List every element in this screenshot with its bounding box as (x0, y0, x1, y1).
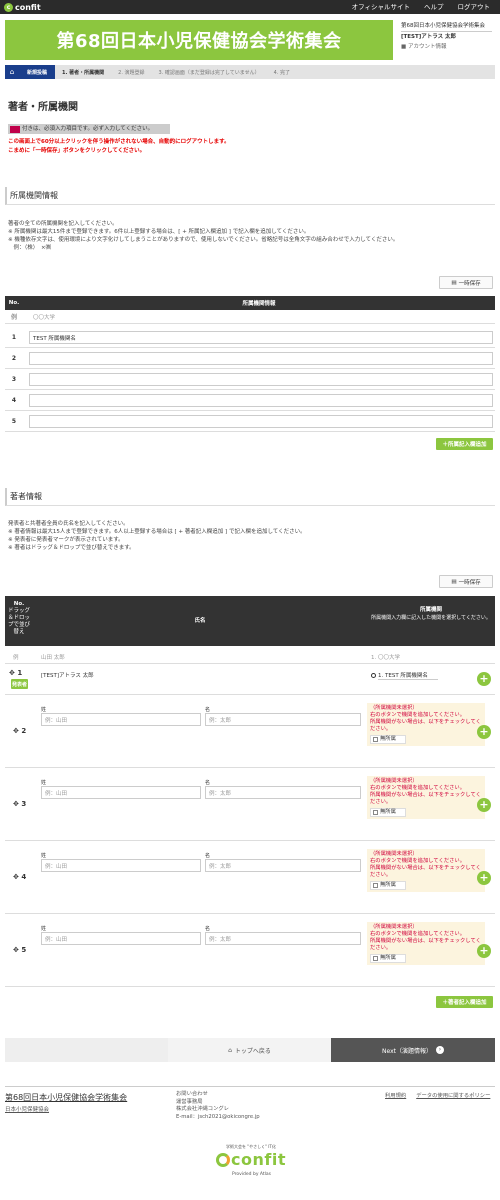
home-icon: ⌂ (228, 1046, 232, 1054)
logout-link[interactable]: ログアウト (458, 2, 491, 12)
affiliation-select-box: （所属機関未選択） 右のボタンで機関を追加してください。 所属機関がない場合は、… (367, 849, 485, 892)
affiliation-row: 1 TEST 所属機関名 (5, 328, 495, 348)
affiliation-row: 4 (5, 391, 495, 411)
author-given-name-input[interactable]: 例：太郎 (205, 932, 361, 945)
checkbox-icon (373, 956, 378, 961)
affiliation-select-box: （所属機関未選択） 右のボタンで機関を追加してください。 所属機関がない場合は、… (367, 776, 485, 819)
top-links: オフィシャルサイト ヘルプ ログアウト (352, 2, 490, 12)
presenter-badge: 発表者 (11, 679, 28, 689)
user-name: [TEST]アトラス 太郎 (401, 34, 457, 40)
no-affiliation-checkbox[interactable]: 無所属 (370, 808, 406, 817)
author-row: ✥ 2 姓 例：山田 名 例：太郎 （所属機関未選択） 右のボタンで機関を追加し… (5, 697, 495, 768)
account-info-link[interactable]: ■ アカウント情報 (401, 42, 492, 52)
help-link[interactable]: ヘルプ (424, 2, 444, 12)
data-policy-link[interactable]: データの使用に関するポリシー (416, 1091, 490, 1099)
drag-handle-icon[interactable]: ✥ 3 (13, 800, 26, 808)
timeout-warning: この画面上で60分以上クリックを伴う操作がされない場合、自動的にログアウトします… (8, 139, 230, 154)
save-icon: ▤ (451, 279, 457, 286)
add-affiliation-button[interactable]: ＋所属記入欄追加 (436, 438, 493, 450)
affiliation-select-box: （所属機関未選択） 右のボタンで機関を追加してください。 所属機関がない場合は、… (367, 703, 485, 746)
step-4: 4. 完了 (273, 69, 290, 76)
authors-section-title: 著者情報 (5, 488, 495, 506)
affiliation-example-row: 例 〇〇大学 (5, 310, 495, 324)
author-surname-input[interactable]: 例：山田 (41, 932, 201, 945)
affiliation-description: 著者の全ての所属機関を記入してください。 ※ 所属機関は最大15件まで登録できま… (8, 221, 399, 251)
author-row: ✥ 3 姓 例：山田 名 例：太郎 （所属機関未選択） 右のボタンで機関を追加し… (5, 770, 495, 841)
add-author-button[interactable]: ＋著者記入欄追加 (436, 996, 493, 1008)
footer-title[interactable]: 第68回日本小児保健協会学術集会 (5, 1092, 127, 1103)
drag-handle-icon[interactable]: ✥ 4 (13, 873, 26, 881)
checkbox-icon (373, 883, 378, 888)
back-to-top-button[interactable]: ⌂ トップへ戻る (168, 1038, 331, 1062)
checkbox-icon (373, 810, 378, 815)
event-banner: 第68回日本小児保健協会学術集会 (5, 20, 393, 60)
affiliation-table-header: No. 所属機関情報 (5, 296, 495, 310)
footer-links: 利用規約 データの使用に関するポリシー (385, 1091, 490, 1099)
step-3: 3. 確認画面（まだ登録は完了していません） (158, 69, 260, 76)
affiliation-section-title: 所属機関情報 (5, 187, 495, 205)
author-surname-input[interactable]: 例：山田 (41, 786, 201, 799)
author-row: ✥ 5 姓 例：山田 名 例：太郎 （所属機関未選択） 右のボタンで機関を追加し… (5, 916, 495, 987)
footer-divider (5, 1086, 495, 1087)
confit-logo[interactable]: c confit (4, 1, 44, 13)
authors-table-header: No. ドラッグ ＆ドロッ プで並び 替え 氏名 所属機関 所属機関入力欄に記入… (5, 596, 495, 646)
affiliation-input-3[interactable] (29, 373, 493, 386)
author-given-name-input[interactable]: 例：太郎 (205, 859, 361, 872)
save-icon: ▤ (451, 578, 457, 585)
drag-handle-icon[interactable]: ✥ 1 (9, 669, 22, 677)
affiliation-input-5[interactable] (29, 415, 493, 428)
author-row: ✥ 4 姓 例：山田 名 例：太郎 （所属機関未選択） 右のボタンで機関を追加し… (5, 843, 495, 914)
affiliation-save-button[interactable]: ▤ 一時保存 (439, 276, 493, 289)
bottom-nav: ⌂ トップへ戻る Next（演題情報） › (5, 1038, 495, 1062)
author-affiliation: 1. TEST 所属機関名 (371, 671, 438, 680)
drag-handle-icon[interactable]: ✥ 5 (13, 946, 26, 954)
terms-link[interactable]: 利用規約 (385, 1091, 406, 1099)
author-given-name-input[interactable]: 例：太郎 (205, 713, 361, 726)
author-name: [TEST]アトラス 太郎 (41, 673, 94, 679)
add-affiliation-plus-button[interactable]: + (477, 672, 491, 686)
authors-save-button[interactable]: ▤ 一時保存 (439, 575, 493, 588)
affiliation-row: 2 (5, 349, 495, 369)
home-icon[interactable]: ⌂ (5, 65, 19, 79)
add-affiliation-plus-button[interactable]: + (477, 944, 491, 958)
affiliation-input-2[interactable] (29, 352, 493, 365)
author-row: ✥ 1 発表者 [TEST]アトラス 太郎 1. TEST 所属機関名 + (5, 665, 495, 695)
step-new: 新規投稿 (19, 65, 56, 79)
official-site-link[interactable]: オフィシャルサイト (352, 2, 410, 12)
affiliation-input-4[interactable] (29, 394, 493, 407)
user-box: 第68回日本小児保健協会学術集会 [TEST]アトラス 太郎 ■ アカウント情報 (398, 20, 495, 60)
arrow-right-icon: › (435, 1046, 444, 1054)
required-mark-icon (10, 125, 20, 133)
radio-icon[interactable] (371, 673, 376, 678)
no-affiliation-checkbox[interactable]: 無所属 (370, 735, 406, 744)
user-event: 第68回日本小児保健協会学術集会 (401, 21, 492, 32)
authors-example-row: 例 山田 太郎 1. 〇〇大学 (5, 648, 495, 664)
no-affiliation-checkbox[interactable]: 無所属 (370, 954, 406, 963)
confit-logo-icon (216, 1152, 230, 1167)
add-affiliation-plus-button[interactable]: + (477, 871, 491, 885)
author-surname-input[interactable]: 例：山田 (41, 859, 201, 872)
step-bar: ⌂ 新規投稿 1. 著者・所属機関 2. 演題登録 3. 確認画面（まだ登録は完… (5, 65, 495, 79)
footer-org[interactable]: 日本小児保健協会 (5, 1105, 49, 1113)
required-notice: 付きは、必須入力項目です。必ず入力してください。 (8, 124, 170, 134)
author-given-name-input[interactable]: 例：太郎 (205, 786, 361, 799)
confit-logo-icon: c (4, 2, 13, 12)
step-2: 2. 演題登録 (118, 69, 145, 76)
next-button[interactable]: Next（演題情報） › (331, 1038, 495, 1062)
checkbox-icon (373, 737, 378, 742)
footer-contact: お問い合わせ 運営事務局 株式会社沖縄コングレ E-mail：jsch2021@… (176, 1091, 260, 1120)
affiliation-input-1[interactable]: TEST 所属機関名 (29, 331, 493, 344)
no-affiliation-checkbox[interactable]: 無所属 (370, 881, 406, 890)
authors-description: 発表者と共著者全員の氏名を記入してください。 ※ 著者情報は最大15人まで登録で… (8, 521, 306, 551)
affiliation-row: 5 (5, 412, 495, 432)
author-surname-input[interactable]: 例：山田 (41, 713, 201, 726)
add-affiliation-plus-button[interactable]: + (477, 725, 491, 739)
footer-logo: 学術大会を "やさしく" IT化 confit Provided by Atla… (210, 1144, 290, 1180)
step-1: 1. 著者・所属機関 (62, 69, 105, 76)
page-title: 著者・所属機関 (8, 102, 78, 113)
add-affiliation-plus-button[interactable]: + (477, 798, 491, 812)
affiliation-select-box: （所属機関未選択） 右のボタンで機関を追加してください。 所属機関がない場合は、… (367, 922, 485, 965)
affiliation-row: 3 (5, 370, 495, 390)
drag-handle-icon[interactable]: ✥ 2 (13, 727, 26, 735)
